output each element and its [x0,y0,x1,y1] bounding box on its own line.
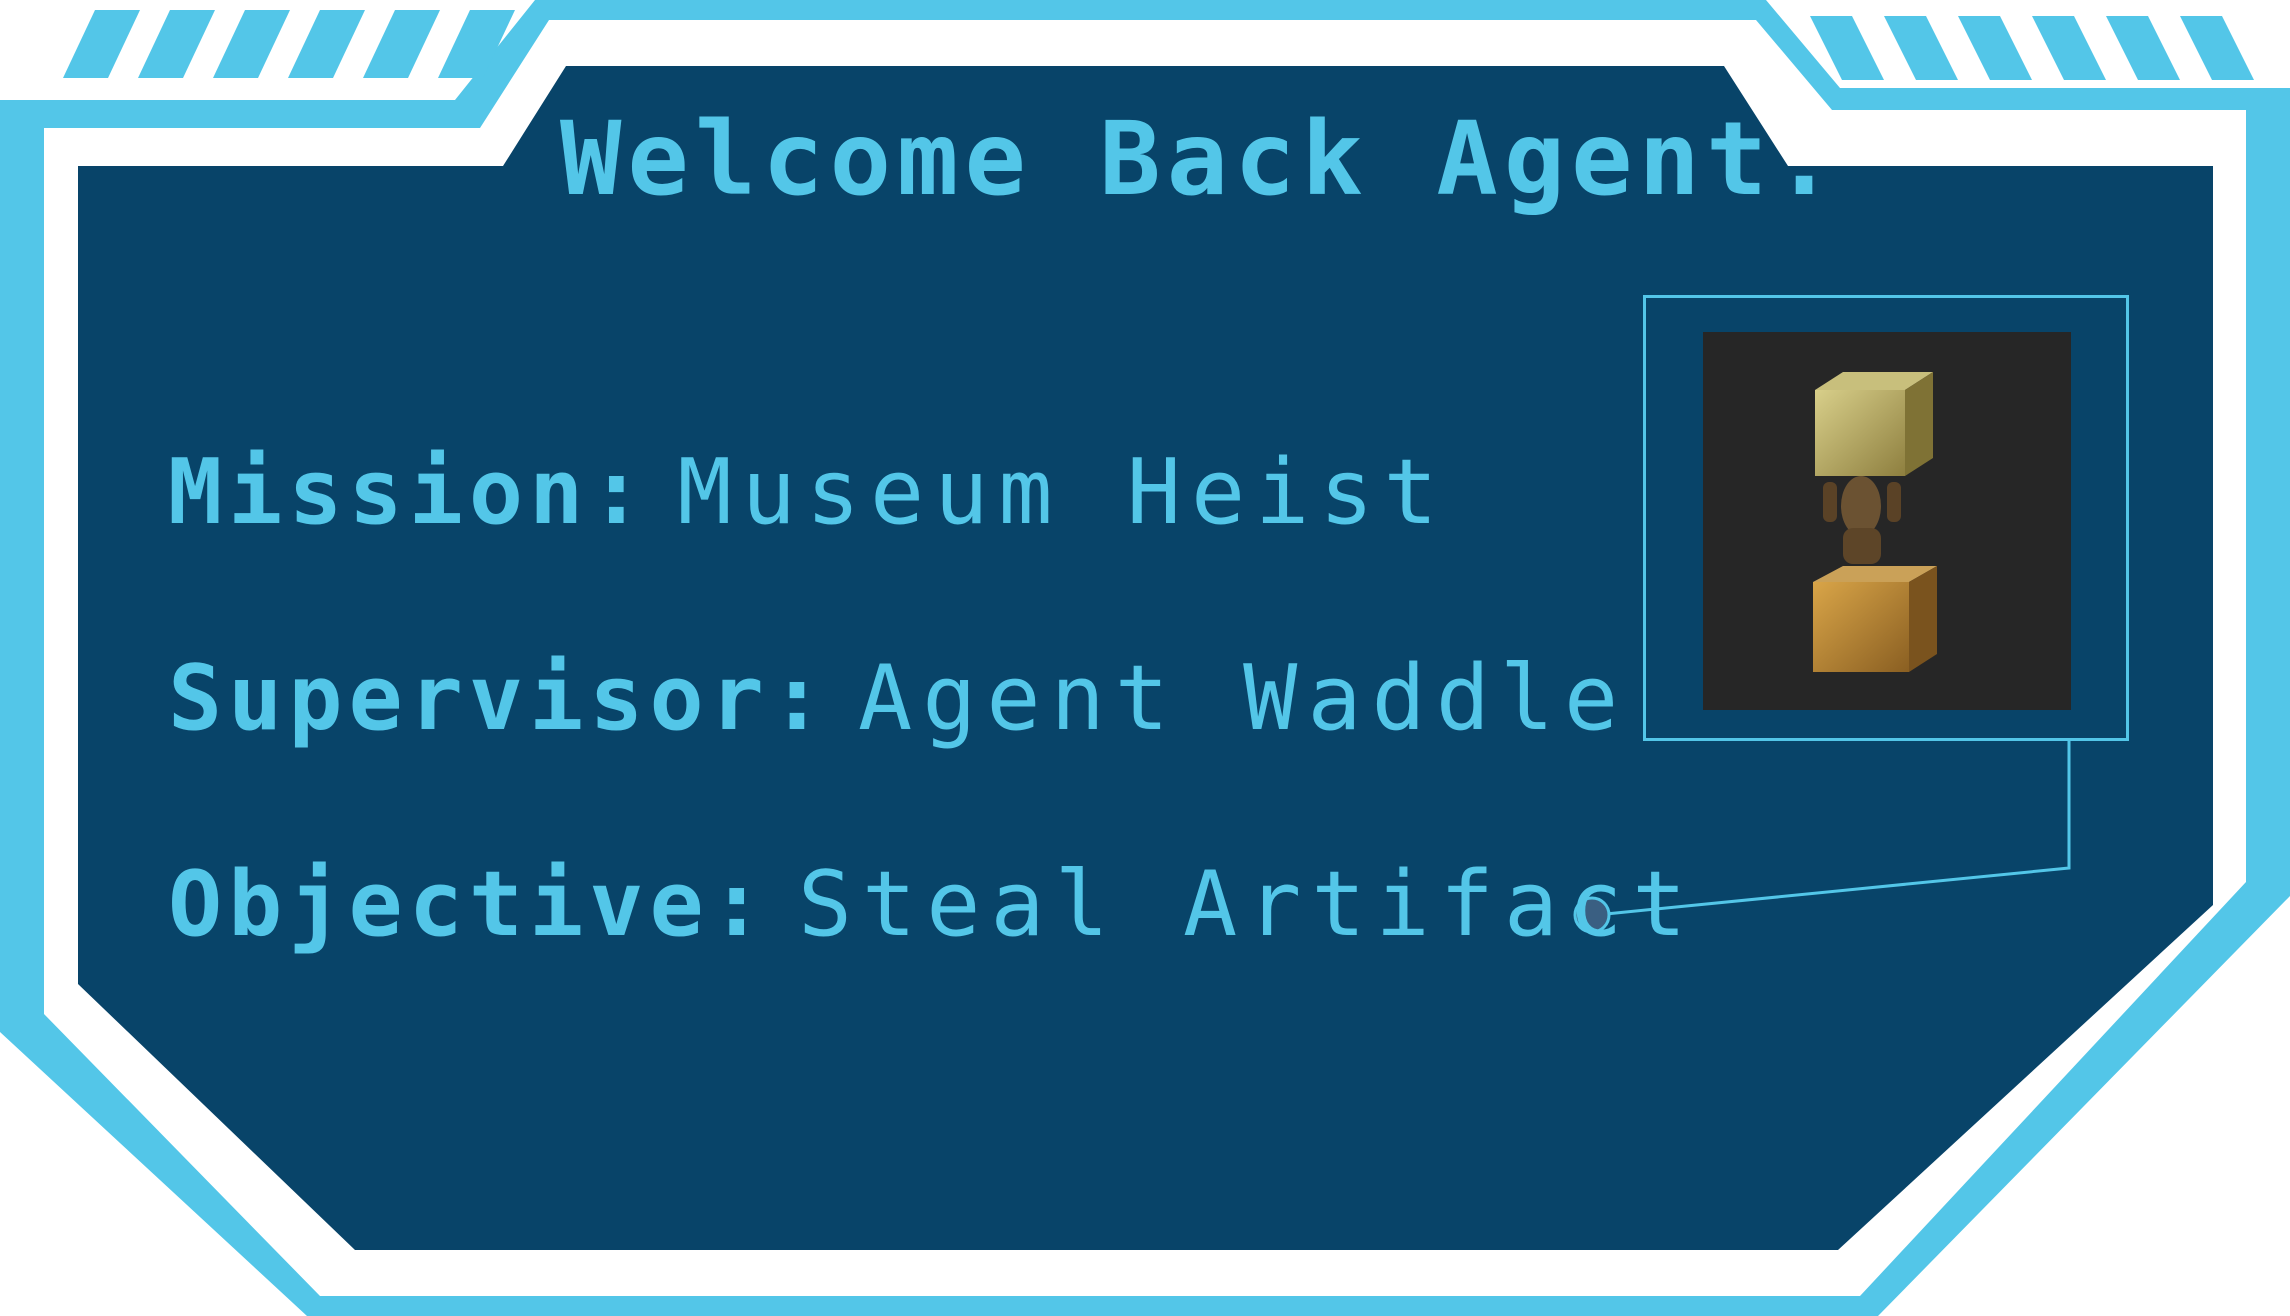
stripes-top-right [1810,16,2254,80]
statue-holding-cubes-icon [1813,372,1937,672]
supervisor-value: Agent Waddle [858,646,1629,751]
page-title: Welcome Back Agent. [560,100,1841,219]
artifact-photo [1703,332,2071,710]
supervisor-label: Supervisor: [168,646,831,751]
mission-row: Mission: Museum Heist [168,440,1448,545]
stripes-top-left [63,10,515,78]
supervisor-row: Supervisor: Agent Waddle [168,646,1628,751]
mission-value: Museum Heist [677,440,1448,545]
objective-label: Objective: [168,852,770,957]
objective-row: Objective: Steal Artifact [168,852,1696,957]
mission-label: Mission: [168,440,650,545]
objective-value: Steal Artifact [797,852,1697,957]
